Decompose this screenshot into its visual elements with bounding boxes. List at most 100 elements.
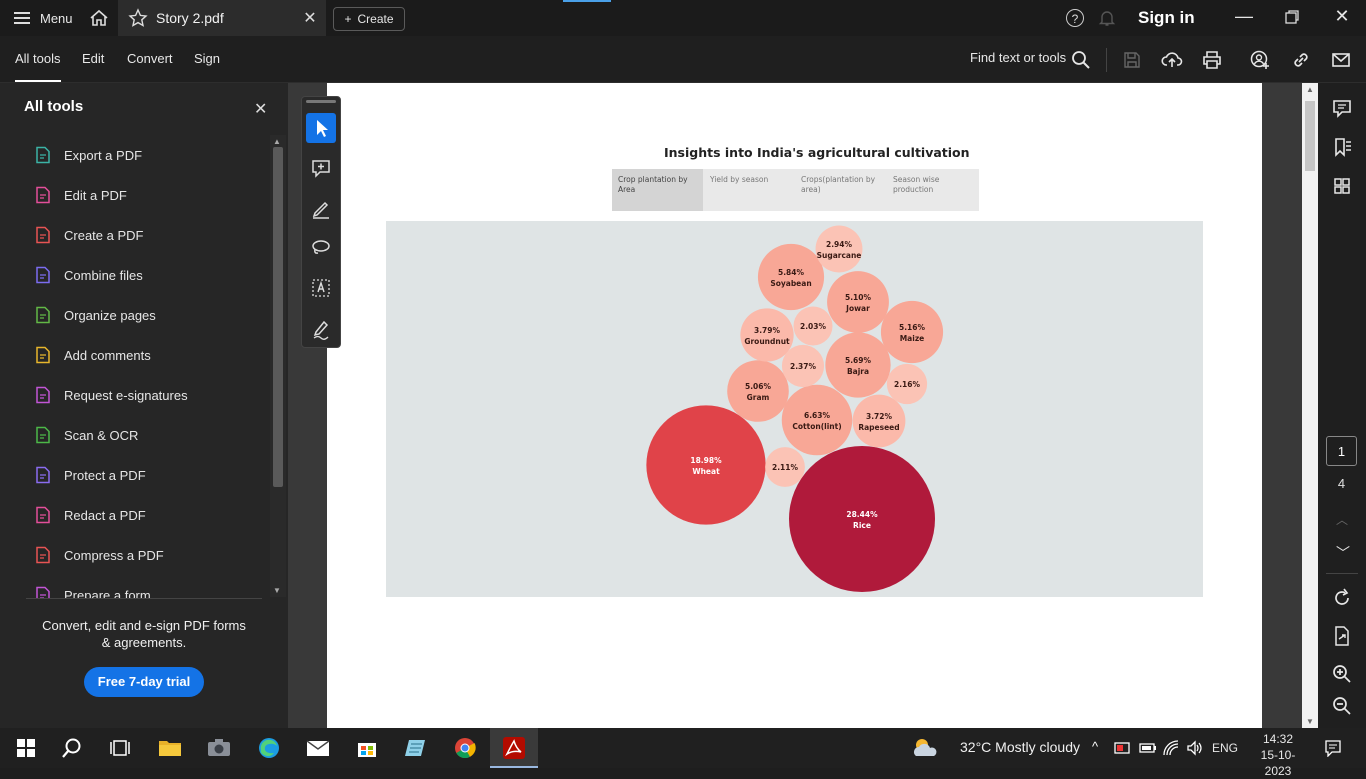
bubble-cotton-lint-[interactable]: 6.63% Cotton(lint) — [781, 384, 853, 456]
search-taskbar-icon[interactable] — [59, 736, 85, 760]
bubble-unlabeled-13[interactable]: 2.11% — [765, 447, 805, 487]
restore-icon[interactable] — [1284, 9, 1300, 25]
print-icon[interactable] — [1201, 49, 1223, 71]
bubble-unlabeled-11[interactable]: 2.37% — [781, 344, 825, 388]
bubble-soyabean[interactable]: 5.84% Soyabean — [757, 243, 825, 311]
story-tab-yield-season[interactable]: Yield by season — [704, 169, 795, 211]
adobe-acrobat-icon[interactable] — [501, 736, 527, 760]
bubble-maize[interactable]: 5.16% Maize — [880, 300, 944, 364]
bubble-sugarcane[interactable]: 2.94% Sugarcane — [815, 225, 863, 273]
battery-icon[interactable] — [1139, 741, 1157, 755]
tab-all-tools[interactable]: All tools — [15, 36, 61, 82]
comments-icon[interactable] — [1330, 96, 1354, 120]
next-page-icon[interactable]: ﹀ — [1336, 543, 1350, 563]
email-icon[interactable] — [1330, 49, 1352, 71]
tool-item[interactable]: Protect a PDF — [34, 461, 146, 489]
scroll-up-icon[interactable]: ▲ — [273, 137, 281, 146]
story-tab-crop-plantation[interactable]: Crop plantation by Area — [612, 169, 703, 211]
document-tab[interactable]: Story 2.pdf ✕ — [118, 0, 326, 36]
rotate-icon[interactable] — [1330, 586, 1354, 610]
bubble-unlabeled-12[interactable]: 2.16% — [886, 363, 928, 405]
drag-handle[interactable] — [306, 100, 336, 103]
bubble-bajra[interactable]: 5.69% Bajra — [825, 332, 891, 398]
bubble-rapeseed[interactable]: 3.72% Rapeseed — [852, 394, 906, 448]
link-icon[interactable] — [1290, 49, 1312, 71]
close-tab-icon[interactable]: ✕ — [300, 8, 320, 28]
task-view-icon[interactable] — [107, 736, 133, 760]
find-tools-label[interactable]: Find text or tools — [970, 50, 1066, 65]
microsoft-store-icon[interactable] — [354, 736, 380, 760]
bubble-jowar[interactable]: 5.10% Jowar — [827, 271, 889, 333]
star-icon[interactable] — [128, 8, 148, 28]
wifi-icon[interactable] — [1162, 739, 1180, 757]
tool-item[interactable]: Compress a PDF — [34, 541, 164, 569]
home-icon[interactable] — [88, 8, 110, 28]
tool-item[interactable]: Export a PDF — [34, 141, 142, 169]
bubble-wheat[interactable]: 18.98% Wheat — [646, 405, 766, 525]
doc-scroll-down-icon[interactable]: ▼ — [1306, 717, 1314, 726]
bubble-gram[interactable]: 5.06% Gram — [727, 360, 789, 422]
doc-scroll-up-icon[interactable]: ▲ — [1306, 85, 1314, 94]
tool-item[interactable]: Redact a PDF — [34, 501, 146, 529]
battery-saver-icon[interactable] — [1114, 740, 1132, 756]
chrome-browser-icon[interactable] — [452, 736, 478, 760]
language-indicator[interactable]: ENG — [1212, 741, 1238, 755]
close-window-icon[interactable]: ✕ — [1330, 6, 1354, 30]
tool-item[interactable]: Combine files — [34, 261, 143, 289]
add-comment-tool[interactable] — [306, 153, 336, 183]
bookmark-icon[interactable] — [1330, 135, 1354, 159]
text-tool[interactable] — [306, 273, 336, 303]
close-panel-icon[interactable]: ✕ — [254, 99, 267, 119]
tool-item[interactable]: Request e-signatures — [34, 381, 188, 409]
tab-edit[interactable]: Edit — [82, 36, 104, 82]
volume-icon[interactable] — [1186, 739, 1204, 757]
scroll-down-icon[interactable]: ▼ — [273, 586, 281, 595]
share-user-icon[interactable] — [1249, 49, 1271, 71]
edge-browser-icon[interactable] — [256, 736, 282, 760]
tool-item[interactable]: Edit a PDF — [34, 181, 127, 209]
zoom-in-icon[interactable] — [1330, 662, 1354, 686]
minimize-icon[interactable]: — — [1232, 6, 1256, 30]
extract-page-icon[interactable] — [1330, 624, 1354, 648]
notifications-icon[interactable] — [1324, 739, 1342, 757]
story-tab-season-production[interactable]: Season wise production — [887, 169, 978, 211]
select-tool-button[interactable] — [306, 113, 336, 143]
bubble-rice[interactable]: 28.44% Rice — [789, 446, 935, 592]
bubble-unlabeled-14[interactable]: 2.03% — [793, 306, 833, 346]
highlight-tool[interactable] — [306, 193, 336, 223]
show-hidden-icons-icon[interactable]: ^ — [1092, 739, 1098, 754]
tool-item[interactable]: Organize pages — [34, 301, 156, 329]
mail-app-icon[interactable] — [305, 736, 331, 760]
story-tab-crops-area[interactable]: Crops(plantation by area) — [795, 169, 886, 211]
zoom-out-icon[interactable] — [1330, 694, 1354, 718]
save-icon[interactable] — [1121, 49, 1143, 71]
upload-cloud-icon[interactable] — [1161, 49, 1183, 71]
tab-convert[interactable]: Convert — [127, 36, 173, 82]
weather-cloudy-icon[interactable] — [910, 736, 940, 760]
document-scroll-thumb[interactable] — [1305, 101, 1315, 171]
tool-item[interactable]: Create a PDF — [34, 221, 143, 249]
clock[interactable]: 14:32 15-10-2023 — [1250, 731, 1306, 779]
notepad-app-icon[interactable] — [403, 736, 429, 760]
bubble-groundnut[interactable]: 3.79% Groundnut — [740, 308, 794, 362]
windows-start-icon[interactable] — [13, 736, 39, 760]
bell-icon[interactable] — [1098, 9, 1116, 27]
tool-item[interactable]: Scan & OCR — [34, 421, 138, 449]
help-icon[interactable]: ? — [1066, 9, 1084, 27]
search-icon[interactable] — [1070, 49, 1092, 71]
file-explorer-icon[interactable] — [157, 736, 183, 760]
free-trial-button[interactable]: Free 7-day trial — [84, 667, 204, 697]
thumbnails-icon[interactable] — [1330, 174, 1354, 198]
draw-tool[interactable] — [306, 233, 336, 263]
document-scrollbar[interactable]: ▲ ▼ — [1302, 83, 1318, 728]
tab-sign[interactable]: Sign — [194, 36, 220, 82]
menu-button[interactable]: Menu — [14, 0, 73, 36]
weather-text[interactable]: 32°C Mostly cloudy — [960, 739, 1080, 755]
camera-app-icon[interactable] — [206, 736, 232, 760]
tool-item[interactable]: Add comments — [34, 341, 151, 369]
sign-tool[interactable] — [306, 313, 336, 343]
prev-page-icon[interactable]: ︿ — [1336, 511, 1348, 528]
sign-in-link[interactable]: Sign in — [1138, 8, 1195, 28]
tool-item[interactable]: Prepare a form — [34, 581, 151, 599]
create-button[interactable]: + Create — [333, 7, 405, 31]
